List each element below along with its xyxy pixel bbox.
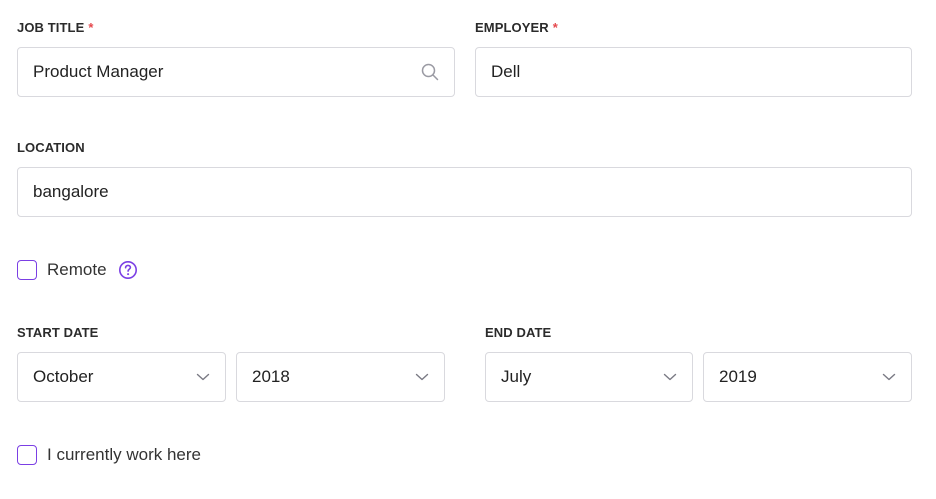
- end-year-select[interactable]: 2019: [703, 352, 912, 402]
- required-mark: *: [88, 20, 94, 35]
- chevron-down-icon: [882, 373, 896, 381]
- location-input[interactable]: bangalore: [17, 167, 912, 217]
- job-title-input[interactable]: Product Manager: [17, 47, 455, 97]
- help-circle-icon[interactable]: [118, 260, 138, 280]
- job-title-value: Product Manager: [33, 62, 164, 81]
- end-month-select[interactable]: July: [485, 352, 693, 402]
- current-job-row: I currently work here: [17, 445, 201, 465]
- employer-value: Dell: [491, 62, 521, 81]
- experience-form: JOB TITLE * Product Manager EMPLOYER * Del…: [0, 0, 936, 499]
- location-label: LOCATION: [17, 140, 85, 155]
- end-month-value: July: [501, 367, 532, 386]
- remote-label[interactable]: Remote: [47, 260, 107, 280]
- start-year-select[interactable]: 2018: [236, 352, 445, 402]
- chevron-down-icon: [663, 373, 677, 381]
- required-mark: *: [552, 20, 558, 35]
- employer-label-text: EMPLOYER: [475, 20, 549, 35]
- location-value: bangalore: [33, 182, 109, 201]
- chevron-down-icon: [196, 373, 210, 381]
- chevron-down-icon: [415, 373, 429, 381]
- end-date-label: END DATE: [485, 325, 552, 340]
- start-year-value: 2018: [252, 367, 290, 386]
- end-year-value: 2019: [719, 367, 757, 386]
- start-date-label: START DATE: [17, 325, 99, 340]
- current-job-checkbox[interactable]: [17, 445, 37, 465]
- employer-input[interactable]: Dell: [475, 47, 912, 97]
- remote-checkbox[interactable]: [17, 260, 37, 280]
- start-month-value: October: [33, 367, 94, 386]
- current-job-label[interactable]: I currently work here: [47, 445, 201, 465]
- job-title-label: JOB TITLE *: [17, 20, 94, 35]
- job-title-label-text: JOB TITLE: [17, 20, 85, 35]
- start-month-select[interactable]: October: [17, 352, 226, 402]
- employer-label: EMPLOYER *: [475, 20, 558, 35]
- search-icon[interactable]: [421, 63, 439, 81]
- remote-row: Remote: [17, 260, 138, 280]
